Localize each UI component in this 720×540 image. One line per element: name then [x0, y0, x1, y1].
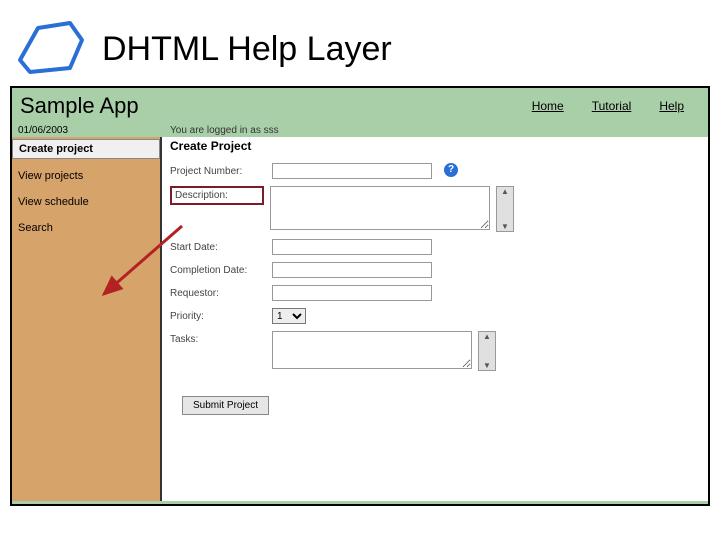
input-project-number[interactable]: [272, 163, 432, 179]
top-nav: Home Tutorial Help: [532, 99, 704, 113]
input-tasks[interactable]: [272, 331, 472, 369]
leftnav-search[interactable]: Search: [12, 219, 160, 237]
login-message: You are logged in as sss: [170, 125, 279, 136]
label-project-number: Project Number:: [170, 163, 266, 177]
input-description[interactable]: [270, 186, 490, 230]
label-description: Description:: [170, 186, 264, 205]
scrollbar-icon: ▲▼: [496, 186, 514, 232]
leftnav-view-schedule[interactable]: View schedule: [12, 193, 160, 211]
input-completion-date[interactable]: [272, 262, 432, 278]
label-priority: Priority:: [170, 308, 266, 322]
app-name: Sample App: [16, 93, 532, 119]
nav-tutorial[interactable]: Tutorial: [592, 99, 632, 113]
leftnav-view-projects[interactable]: View projects: [12, 167, 160, 185]
label-requestor: Requestor:: [170, 285, 266, 299]
info-strip: 01/06/2003 You are logged in as sss: [12, 124, 708, 137]
input-start-date[interactable]: [272, 239, 432, 255]
label-tasks: Tasks:: [170, 331, 266, 345]
submit-button[interactable]: Submit Project: [182, 396, 269, 415]
label-completion-date: Completion Date:: [170, 262, 266, 276]
scrollbar-icon: ▲▼: [478, 331, 496, 371]
nav-home[interactable]: Home: [532, 99, 564, 113]
select-priority[interactable]: 1: [272, 308, 306, 324]
leftnav-create-project[interactable]: Create project: [12, 139, 160, 159]
slide-title: DHTML Help Layer: [102, 30, 392, 69]
help-icon[interactable]: ?: [444, 163, 458, 177]
app-window: Sample App Home Tutorial Help 01/06/2003…: [10, 86, 710, 506]
nav-help[interactable]: Help: [659, 99, 684, 113]
form-heading: Create Project: [170, 139, 700, 153]
label-start-date: Start Date:: [170, 239, 266, 253]
content-area: Create Project Project Number: ? Descrip…: [162, 137, 708, 501]
slide-logo-icon: [10, 20, 90, 78]
input-requestor[interactable]: [272, 285, 432, 301]
app-header: Sample App Home Tutorial Help: [12, 88, 708, 124]
info-date: 01/06/2003: [18, 125, 162, 136]
left-nav: Create project View projects View schedu…: [12, 137, 162, 501]
